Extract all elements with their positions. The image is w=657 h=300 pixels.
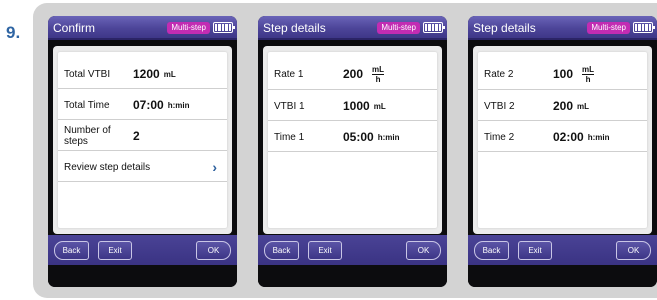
vtbi-unit: mL (373, 101, 386, 111)
rate-unit-numerator: mL (582, 64, 595, 74)
footer-bar: Back Exit OK (258, 235, 447, 265)
back-button[interactable]: Back (264, 241, 299, 260)
ok-button[interactable]: OK (406, 241, 441, 260)
time-row: Time 1 05:00 h:min (268, 122, 437, 152)
number-of-steps-value: 2 (133, 129, 140, 143)
pump-screen-step-1: Step details Multi-step Rate 1 200 mL h VT… (258, 16, 447, 287)
total-time-unit: h:min (167, 100, 190, 110)
rate-row: Rate 1 200 mL h (268, 58, 437, 90)
mode-badge: Multi-step (377, 22, 420, 34)
rate-number: 200 (343, 67, 364, 81)
screen-title: Step details (473, 21, 536, 35)
vtbi-row: VTBI 2 200 mL (478, 91, 647, 121)
title-bar: Confirm Multi-step (48, 16, 237, 40)
mode-badge: Multi-step (167, 22, 210, 34)
pump-screen-step-2: Step details Multi-step Rate 2 100 mL h VT… (468, 16, 657, 287)
vtbi-value: 200 mL (553, 91, 589, 121)
vtbi-unit: mL (577, 101, 590, 111)
total-vtbi-number: 1200 (133, 67, 160, 81)
settings-card: Rate 2 100 mL h VTBI 2 200 mL Time 2 02:00 h… (478, 52, 647, 228)
title-bar: Step details Multi-step (468, 16, 657, 40)
battery-icon (213, 22, 235, 33)
settings-card: Rate 1 200 mL h VTBI 1 1000 mL Time 1 05:00… (268, 52, 437, 228)
vtbi-value: 1000 mL (343, 91, 386, 121)
screen-bottom-bezel (258, 265, 447, 287)
time-row: Time 2 02:00 h:min (478, 122, 647, 152)
screen-title: Confirm (53, 21, 96, 35)
time-unit: h:min (377, 132, 400, 142)
exit-button[interactable]: Exit (98, 241, 132, 260)
total-vtbi-label: Total VTBI (64, 68, 111, 80)
rate-value: 200 mL h (343, 58, 385, 90)
chevron-right-icon: › (212, 159, 217, 175)
pump-screen-confirm: Confirm Multi-step Total VTBI 1200 mL Tot… (48, 16, 237, 287)
ok-button[interactable]: OK (616, 241, 651, 260)
review-step-details-label: Review step details (64, 161, 151, 173)
time-unit: h:min (587, 132, 610, 142)
vtbi-label: VTBI 1 (274, 100, 305, 112)
rate-unit-denominator: h (375, 74, 381, 84)
total-time-row: Total Time 07:00 h:min (58, 90, 227, 120)
back-button[interactable]: Back (474, 241, 509, 260)
vtbi-label: VTBI 2 (484, 100, 515, 112)
content-area: Rate 2 100 mL h VTBI 2 200 mL Time 2 02:00 h… (473, 46, 652, 234)
title-bar: Step details Multi-step (258, 16, 447, 40)
screen-bottom-bezel (48, 265, 237, 287)
total-vtbi-unit: mL (163, 69, 176, 79)
rate-number: 100 (553, 67, 574, 81)
number-of-steps-row: Number of steps 2 (58, 121, 227, 151)
rate-row: Rate 2 100 mL h (478, 58, 647, 90)
time-number: 05:00 (343, 130, 374, 144)
figure-step-number: 9. (6, 23, 21, 42)
content-area: Total VTBI 1200 mL Total Time 07:00 h:min … (53, 46, 232, 234)
rate-unit: mL h (372, 64, 385, 84)
screen-title: Step details (263, 21, 326, 35)
ok-button[interactable]: OK (196, 241, 231, 260)
mode-badge: Multi-step (587, 22, 630, 34)
content-area: Rate 1 200 mL h VTBI 1 1000 mL Time 1 05:00… (263, 46, 442, 234)
total-time-label: Total Time (64, 99, 110, 111)
vtbi-number: 1000 (343, 99, 370, 113)
rate-unit-numerator: mL (372, 64, 385, 74)
time-value: 05:00 h:min (343, 122, 399, 152)
time-number: 02:00 (553, 130, 584, 144)
total-time-value: 07:00 h:min (133, 90, 189, 120)
vtbi-number: 200 (553, 99, 574, 113)
vtbi-row: VTBI 1 1000 mL (268, 91, 437, 121)
time-label: Time 2 (484, 131, 515, 143)
total-vtbi-row: Total VTBI 1200 mL (58, 59, 227, 89)
time-value: 02:00 h:min (553, 122, 609, 152)
rate-unit-denominator: h (585, 74, 591, 84)
screen-bottom-bezel (468, 265, 657, 287)
rate-unit: mL h (582, 64, 595, 84)
footer-bar: Back Exit OK (468, 235, 657, 265)
number-of-steps-label: Number of steps (64, 125, 111, 147)
review-step-details-row[interactable]: Review step details › (58, 152, 227, 182)
exit-button[interactable]: Exit (518, 241, 552, 260)
battery-icon (423, 22, 445, 33)
settings-card: Total VTBI 1200 mL Total Time 07:00 h:min … (58, 52, 227, 228)
battery-icon (633, 22, 655, 33)
back-button[interactable]: Back (54, 241, 89, 260)
rate-label: Rate 1 (274, 68, 304, 80)
total-time-number: 07:00 (133, 98, 164, 112)
rate-value: 100 mL h (553, 58, 595, 90)
exit-button[interactable]: Exit (308, 241, 342, 260)
rate-label: Rate 2 (484, 68, 514, 80)
total-vtbi-value: 1200 mL (133, 59, 176, 89)
footer-bar: Back Exit OK (48, 235, 237, 265)
time-label: Time 1 (274, 131, 305, 143)
